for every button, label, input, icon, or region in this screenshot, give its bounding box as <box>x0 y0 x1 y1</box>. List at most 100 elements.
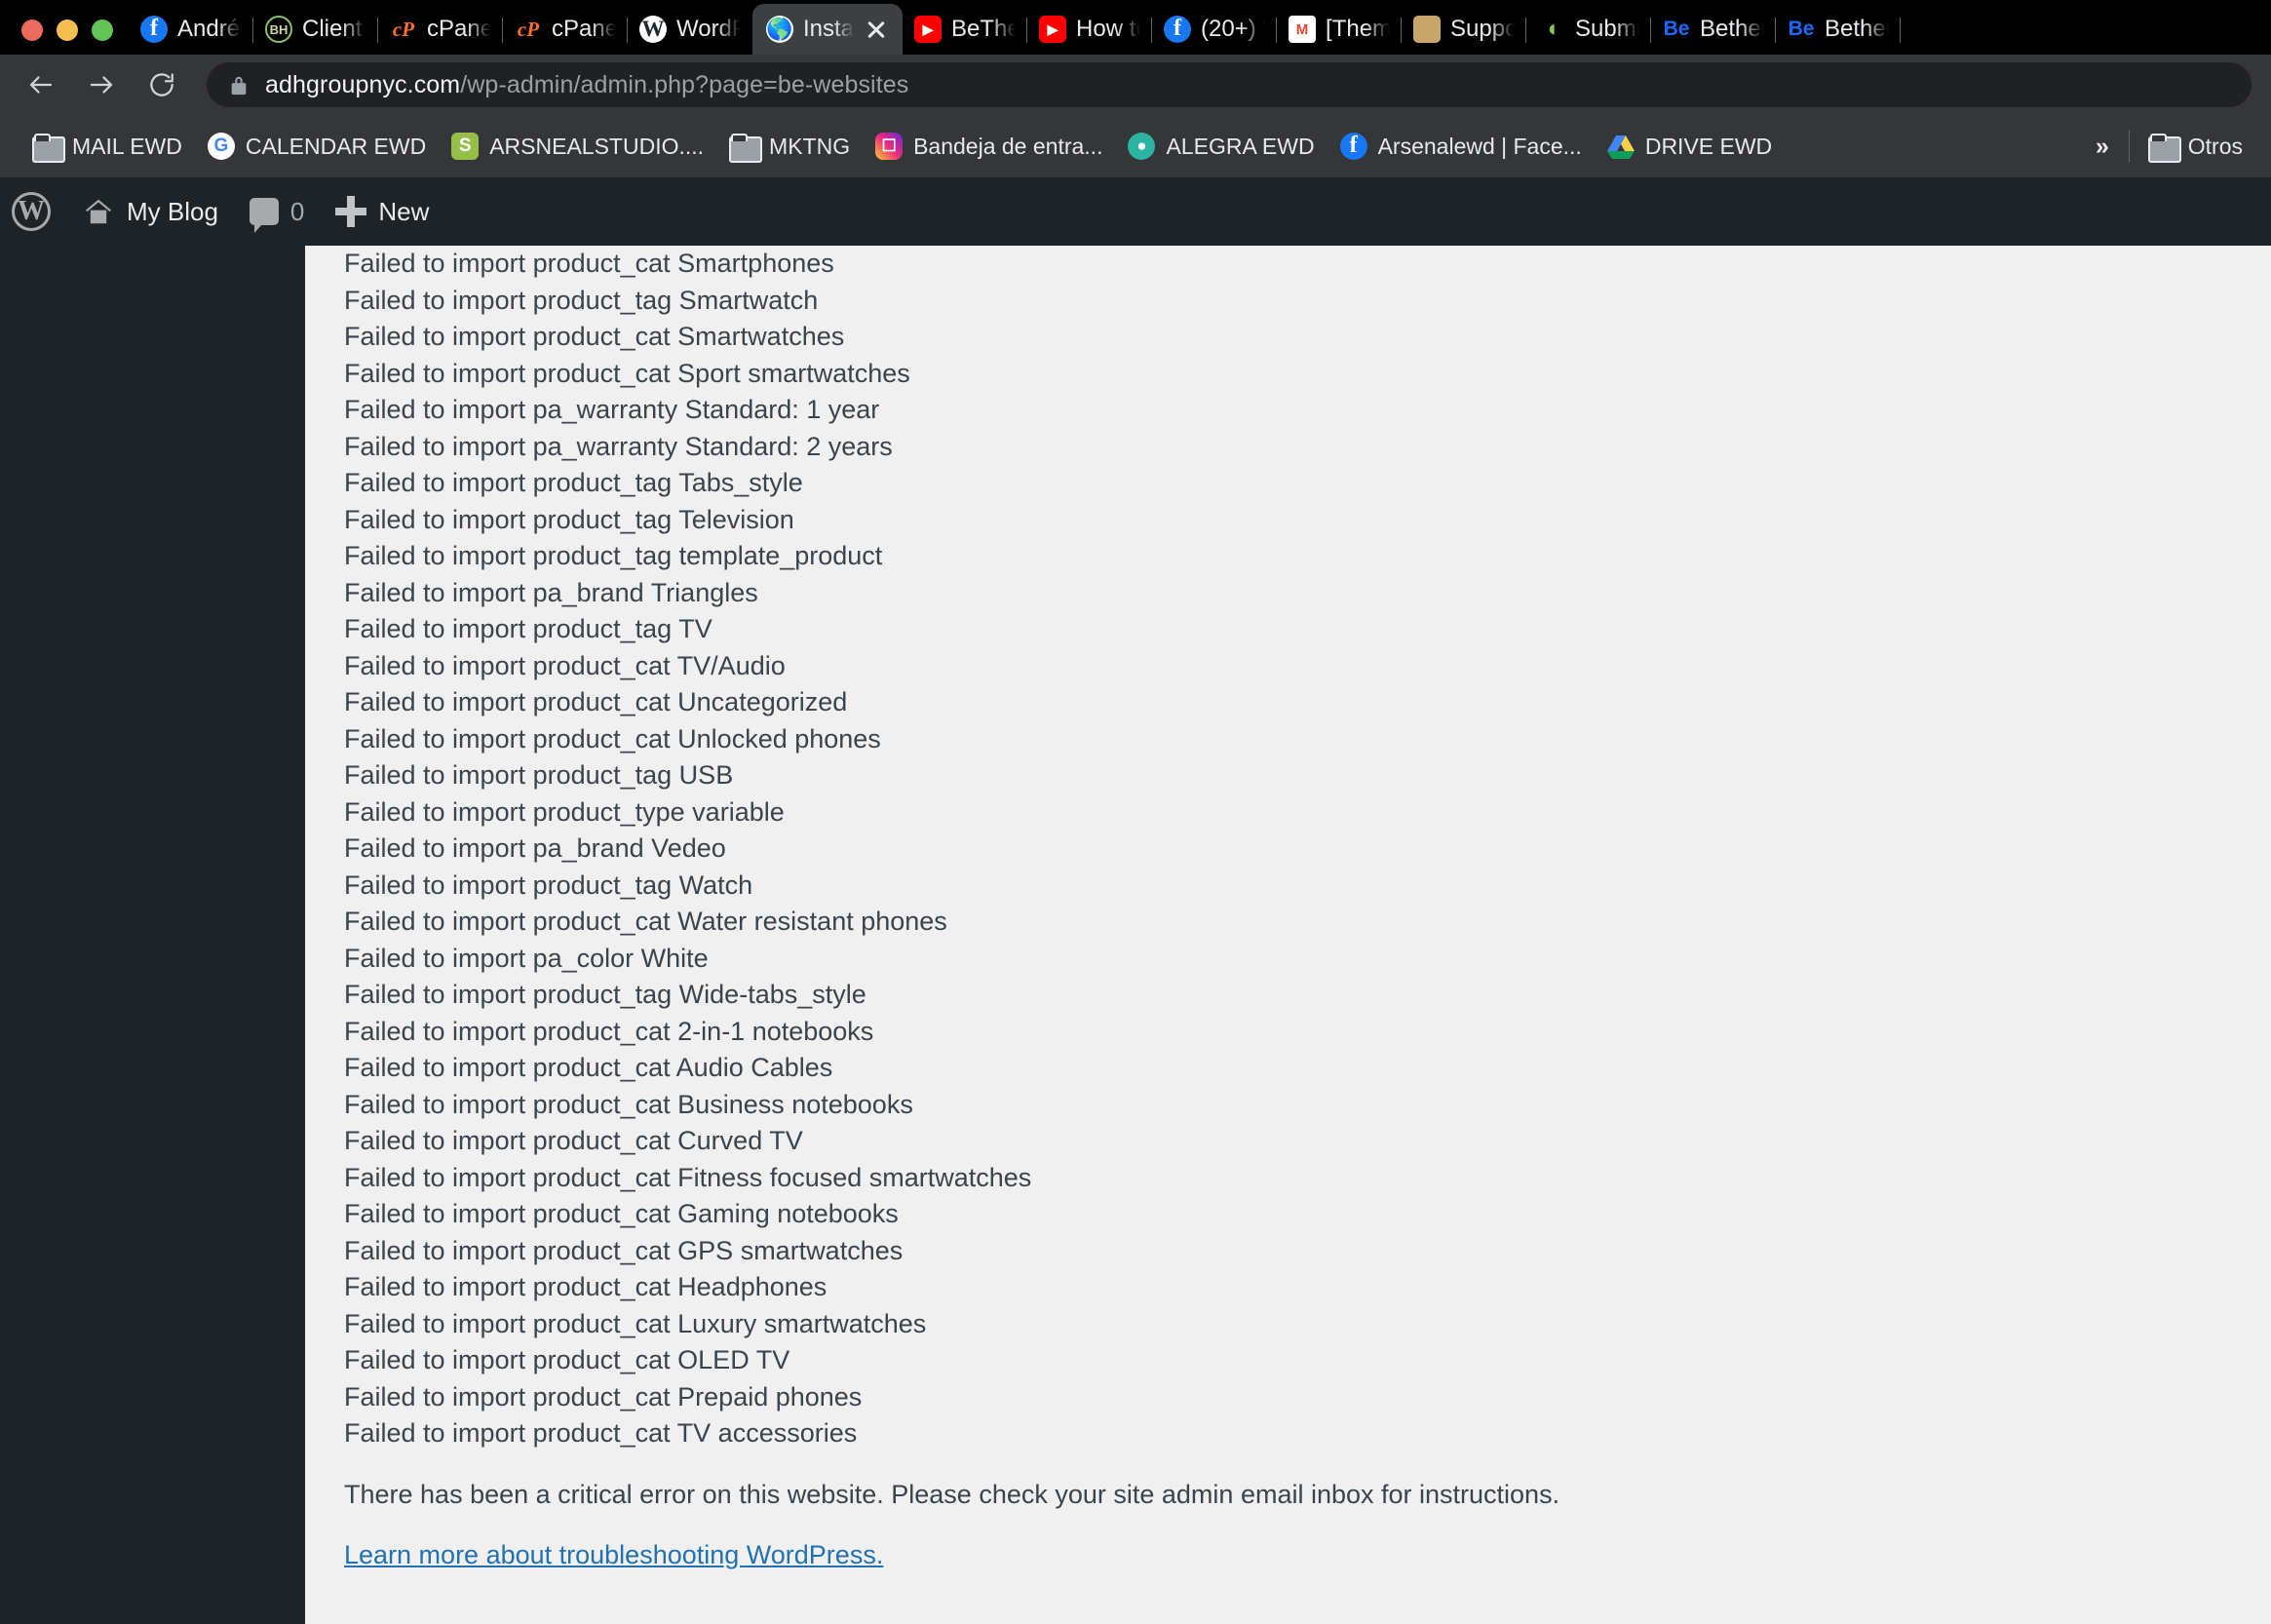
tab-title: How to <box>1076 16 1140 42</box>
import-error-line: Failed to import product_tag Television <box>344 504 794 534</box>
behance-icon: Be <box>1788 18 1815 40</box>
window-controls <box>0 19 129 55</box>
bookmarks-overflow-icon[interactable]: » <box>2082 127 2123 167</box>
new-label: New <box>378 196 430 226</box>
globe-icon: 🌎 <box>766 16 793 43</box>
import-error-line: Failed to import product_cat Curved TV <box>344 1126 803 1155</box>
browser-toolbar: adhgroupnyc.com/wp-admin/admin.php?page=… <box>0 55 2271 115</box>
import-error-line: Failed to import product_cat TV/Audio <box>344 650 786 680</box>
wordpress-icon: W <box>639 16 667 43</box>
comments-count: 0 <box>289 196 305 226</box>
plus-icon <box>335 196 367 227</box>
import-error-line: Failed to import product_cat Sport smart… <box>344 358 910 388</box>
alegra-icon: ● <box>1128 133 1156 160</box>
import-error-line: Failed to import product_tag Watch <box>344 870 753 900</box>
browser-tab[interactable]: W WordPress <box>628 4 752 55</box>
bookmark-folder-other[interactable]: Otros <box>2136 128 2255 166</box>
import-error-line: Failed to import pa_warranty Standard: 2… <box>344 431 893 461</box>
back-icon[interactable] <box>19 63 62 106</box>
bookmark-label: MAIL EWD <box>72 133 182 159</box>
browser-tab[interactable]: Be Bethem <box>1651 4 1777 55</box>
bluehost-icon: BH <box>265 16 292 43</box>
google-icon: G <box>207 133 235 160</box>
window-minimize-button[interactable] <box>57 19 78 41</box>
tab-title: Andrés <box>177 16 242 42</box>
import-error-line: Failed to import product_cat OLED TV <box>344 1345 790 1374</box>
bookmark-item[interactable]: MAIL EWD <box>19 128 195 166</box>
import-error-line: Failed to import product_type variable <box>344 796 785 827</box>
import-error-line: Failed to import pa_warranty Standard: 1… <box>344 395 880 424</box>
wp-logo-menu[interactable]: W <box>0 177 66 246</box>
import-error-line: Failed to import product_cat Uncategoriz… <box>344 687 848 716</box>
browser-tab[interactable]: cP cPanel <box>503 4 628 55</box>
critical-error-message: There has been a critical error on this … <box>344 1479 1560 1509</box>
browser-tab[interactable]: ▶ BeTheme <box>903 4 1028 55</box>
browser-tab[interactable]: M [Theme <box>1277 4 1403 55</box>
tab-close-icon[interactable] <box>864 17 889 42</box>
shopify-icon: S <box>451 133 480 160</box>
learn-more-link[interactable]: Learn more about troubleshooting WordPre… <box>344 1540 883 1570</box>
browser-tab[interactable]: Be Bethem <box>1776 4 1902 55</box>
gmail-icon: M <box>1289 16 1317 43</box>
browser-tab[interactable]: 🌎 Insta <box>752 4 904 55</box>
facebook-icon: f <box>1164 16 1192 43</box>
url-text: adhgroupnyc.com/wp-admin/admin.php?page=… <box>265 71 908 99</box>
facebook-icon: f <box>140 16 168 43</box>
comments-menu[interactable]: 0 <box>234 177 320 246</box>
import-error-list: Failed to import product_cat Smartphones… <box>305 246 2271 1452</box>
tab-title: Bethem <box>1825 16 1889 42</box>
import-error-line: Failed to import product_cat 2-in-1 note… <box>344 1016 874 1046</box>
import-error-line: Failed to import product_cat Smartphones <box>344 249 834 278</box>
browser-tab[interactable]: cP cPanel <box>378 4 503 55</box>
bookmark-item[interactable]: ☐ Bandeja de entra... <box>863 127 1115 166</box>
window-maximize-button[interactable] <box>92 19 113 41</box>
browser-tab[interactable]: BH Client Area <box>253 4 378 55</box>
import-error-line: Failed to import product_cat GPS smartwa… <box>344 1235 904 1265</box>
lock-icon[interactable] <box>228 73 250 97</box>
bookmark-label: DRIVE EWD <box>1644 133 1773 159</box>
tab-title: Client Area <box>302 16 366 42</box>
import-error-line: Failed to import product_cat Prepaid pho… <box>344 1381 863 1411</box>
import-error-line: Failed to import product_tag Wide-tabs_s… <box>344 980 866 1009</box>
bookmark-item[interactable]: ● ALEGRA EWD <box>1115 127 1327 166</box>
admin-sidebar[interactable] <box>0 246 305 1624</box>
page-viewport: W My Blog 0 New Failed to import product… <box>0 177 2271 1624</box>
site-name-menu[interactable]: My Blog <box>66 177 234 246</box>
import-error-line: Failed to import product_cat Gaming note… <box>344 1199 899 1228</box>
forward-icon[interactable] <box>80 63 123 106</box>
tab-title: cPanel <box>552 16 616 42</box>
tab-title: (20+) W <box>1201 16 1265 42</box>
browser-tab[interactable]: ▶ How to <box>1027 4 1153 55</box>
tab-title: BeTheme <box>951 16 1017 42</box>
youtube-icon: ▶ <box>1039 16 1067 43</box>
instagram-icon: ☐ <box>875 133 904 160</box>
leaf-icon: ◖ <box>1544 16 1559 42</box>
bookmark-item[interactable]: DRIVE EWD <box>1595 127 1785 166</box>
tab-title: WordPress <box>676 16 741 42</box>
bookmark-item[interactable]: G CALENDAR EWD <box>195 127 439 166</box>
new-content-menu[interactable]: New <box>320 177 444 246</box>
wp-admin-bar: W My Blog 0 New <box>0 177 2271 246</box>
import-error-line: Failed to import product_cat Unlocked ph… <box>344 723 881 754</box>
import-error-line: Failed to import product_tag TV <box>344 614 712 643</box>
bookmark-item[interactable]: S ARSNEALSTUDIO.... <box>439 127 716 166</box>
site-name-label: My Blog <box>127 196 218 226</box>
bookmark-label: ARSNEALSTUDIO.... <box>489 133 705 159</box>
browser-tab[interactable]: ◖ Submit <box>1526 4 1652 55</box>
bookmark-item[interactable]: f Arsenalewd | Face... <box>1328 127 1595 166</box>
reload-icon[interactable] <box>140 63 183 106</box>
address-bar[interactable]: adhgroupnyc.com/wp-admin/admin.php?page=… <box>207 62 2252 107</box>
tab-title: [Theme <box>1326 16 1391 42</box>
bookmark-item[interactable]: MKTNG <box>716 128 863 166</box>
bookmarks-bar: MAIL EWD G CALENDAR EWD S ARSNEALSTUDIO.... M… <box>0 115 2271 177</box>
browser-tab[interactable]: Support <box>1402 4 1527 55</box>
browser-tab[interactable]: f (20+) W <box>1152 4 1278 55</box>
browser-tab[interactable]: f Andrés <box>129 4 253 55</box>
facebook-icon: f <box>1339 133 1367 160</box>
folder-icon <box>32 134 65 163</box>
bookmark-folder-label: Otros <box>2187 133 2243 159</box>
window-close-button[interactable] <box>21 19 43 41</box>
tab-title: cPanel <box>427 16 491 42</box>
admin-content: Failed to import product_cat Smartphones… <box>305 246 2271 1624</box>
youtube-icon: ▶ <box>914 16 943 43</box>
